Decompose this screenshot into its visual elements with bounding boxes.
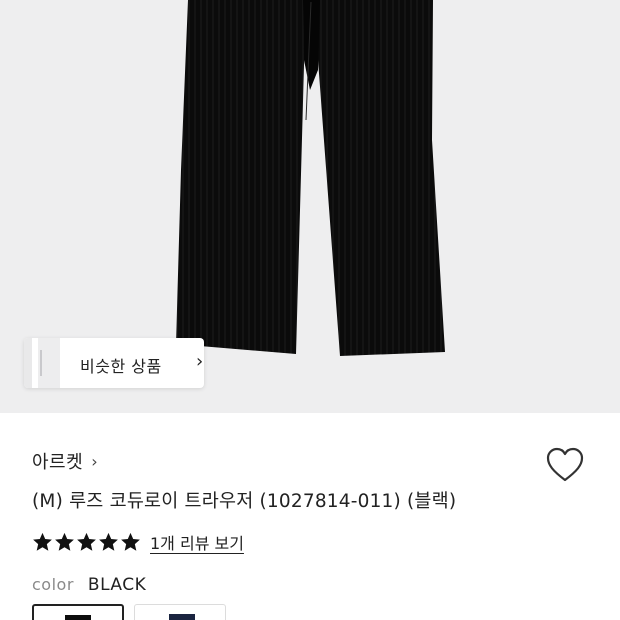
- product-title: (M) 루즈 코듀로이 트라우저 (1027814-011) (블랙): [32, 491, 457, 512]
- star-icon: [121, 532, 140, 551]
- color-value: BLACK: [87, 575, 147, 595]
- similar-products-button[interactable]: 비슷한 상품 ›: [24, 338, 204, 388]
- color-option-row: color BLACK: [32, 575, 146, 595]
- star-icon: [77, 532, 96, 551]
- similar-products-thumbnail: [24, 338, 60, 388]
- rating-row: 1개 리뷰 보기: [32, 530, 244, 554]
- heart-icon[interactable]: [545, 446, 585, 484]
- color-label: color: [32, 575, 74, 594]
- chevron-right-icon: ›: [196, 351, 204, 372]
- brand-link[interactable]: 아르켓 ›: [32, 448, 98, 474]
- rating-stars: [32, 532, 142, 552]
- star-icon: [55, 532, 74, 551]
- product-image-area[interactable]: 비슷한 상품 ›: [0, 0, 620, 413]
- brand-name: 아르켓: [32, 452, 84, 473]
- chevron-right-icon: ›: [91, 451, 98, 471]
- similar-products-label: 비슷한 상품: [80, 357, 162, 376]
- color-swatch-black[interactable]: [32, 604, 124, 620]
- star-icon: [99, 532, 118, 551]
- color-swatch-navy[interactable]: [134, 604, 226, 620]
- swatch-thumbnail: [65, 615, 91, 620]
- star-icon: [33, 532, 52, 551]
- review-link[interactable]: 1개 리뷰 보기: [150, 530, 244, 554]
- swatch-thumbnail: [169, 614, 195, 620]
